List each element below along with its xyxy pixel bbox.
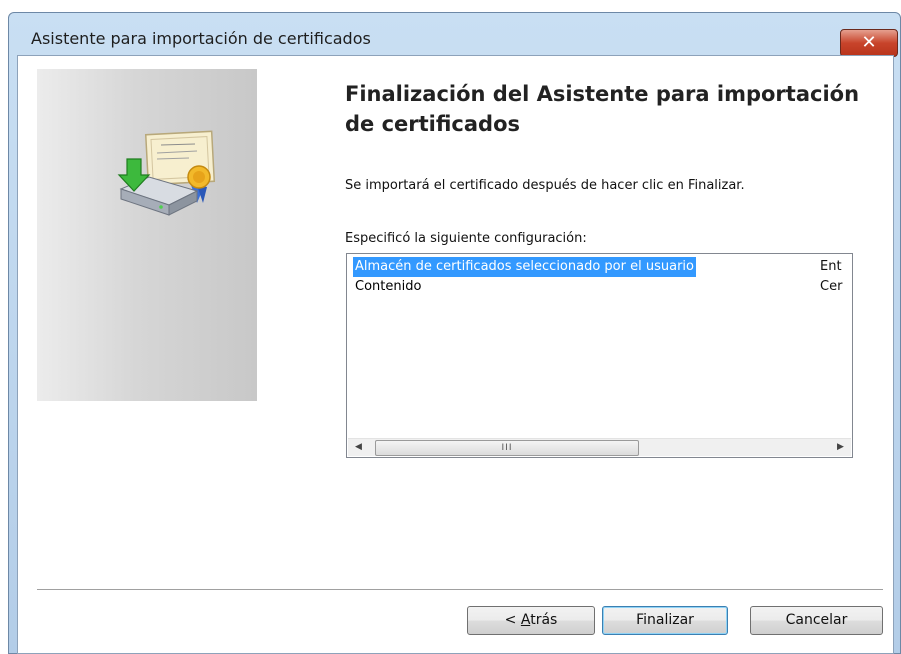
page-title: Finalización del Asistente para importac… — [345, 82, 860, 136]
setting-value: Ent — [820, 259, 842, 274]
wizard-side-panel — [37, 69, 257, 401]
wizard-content: Finalización del Asistente para importac… — [17, 55, 894, 654]
back-label: trás — [530, 612, 558, 628]
back-arrow-label: < — [504, 612, 521, 628]
cancel-label: Cancelar — [785, 612, 848, 628]
horizontal-scrollbar[interactable]: ◀ III ▶ — [348, 438, 851, 456]
finish-button[interactable]: Finalizar — [602, 606, 728, 635]
footer-divider — [37, 589, 883, 591]
close-icon: ✕ — [861, 32, 877, 53]
setting-name: Almacén de certificados seleccionado por… — [353, 257, 696, 277]
back-button[interactable]: < Atrás — [467, 606, 595, 635]
back-accel-key: A — [520, 612, 531, 628]
settings-list[interactable]: Almacén de certificados seleccionado por… — [346, 253, 853, 458]
setting-name: Contenido — [355, 279, 422, 294]
certificate-import-icon — [117, 130, 216, 216]
scroll-thumb[interactable]: III — [375, 440, 639, 456]
description-text: Se importará el certificado después de h… — [345, 178, 745, 193]
cancel-button[interactable]: Cancelar — [750, 606, 883, 635]
setting-value: Cer — [820, 279, 843, 294]
scroll-left-icon[interactable]: ◀ — [350, 439, 367, 456]
finish-label: Finalizar — [636, 612, 694, 628]
window-title: Asistente para importación de certificad… — [31, 29, 371, 48]
scroll-right-icon[interactable]: ▶ — [832, 439, 849, 456]
close-button[interactable]: ✕ — [840, 29, 898, 57]
grip-icon: III — [501, 443, 513, 453]
settings-label: Especificó la siguiente configuración: — [345, 231, 587, 246]
